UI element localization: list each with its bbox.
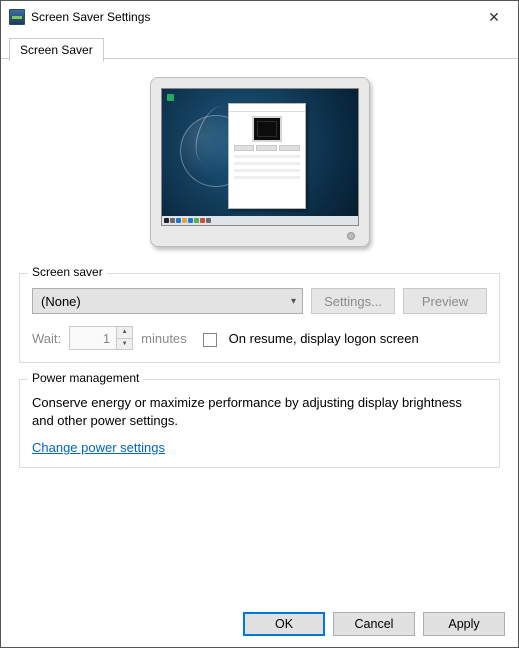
preview-button: Preview (403, 288, 487, 314)
power-description: Conserve energy or maximize performance … (32, 394, 487, 430)
monitor-frame (150, 77, 370, 247)
dialog-footer: OK Cancel Apply (243, 612, 505, 636)
screensaver-group: Screen saver (None) ▾ Settings... Previe… (19, 273, 500, 363)
resume-checkbox[interactable] (203, 333, 217, 347)
monitor-preview (19, 77, 500, 247)
ok-button[interactable]: OK (243, 612, 325, 636)
screensaver-dropdown-value: (None) (41, 294, 81, 309)
resume-checkbox-label: On resume, display logon screen (229, 331, 419, 346)
screensaver-app-icon (9, 9, 25, 25)
spin-down-icon[interactable]: ▼ (117, 339, 132, 350)
title-bar: Screen Saver Settings ✕ (1, 1, 518, 33)
screensaver-legend: Screen saver (28, 265, 107, 279)
power-group: Power management Conserve energy or maxi… (19, 379, 500, 468)
inner-dialog-preview (228, 103, 306, 209)
apply-button[interactable]: Apply (423, 612, 505, 636)
desktop-icon (167, 94, 174, 101)
window-title: Screen Saver Settings (31, 10, 472, 24)
cancel-button[interactable]: Cancel (333, 612, 415, 636)
tab-screen-saver[interactable]: Screen Saver (9, 38, 104, 62)
wait-spinner[interactable]: ▲ ▼ (69, 326, 133, 350)
close-button[interactable]: ✕ (472, 2, 516, 32)
tab-bar: Screen Saver (1, 33, 518, 59)
screensaver-dropdown[interactable]: (None) ▾ (32, 288, 303, 314)
monitor-screen (161, 88, 359, 226)
settings-button: Settings... (311, 288, 395, 314)
monitor-power-led (347, 232, 355, 240)
change-power-settings-link[interactable]: Change power settings (32, 440, 165, 455)
taskbar-preview (162, 216, 358, 225)
power-legend: Power management (28, 371, 143, 385)
dialog-body: Screen saver (None) ▾ Settings... Previe… (1, 59, 518, 468)
chevron-down-icon: ▾ (291, 296, 296, 307)
wait-label: Wait: (32, 331, 61, 346)
spin-buttons[interactable]: ▲ ▼ (117, 326, 133, 350)
wait-input[interactable] (69, 326, 117, 350)
minutes-label: minutes (141, 331, 187, 346)
spin-up-icon[interactable]: ▲ (117, 327, 132, 339)
